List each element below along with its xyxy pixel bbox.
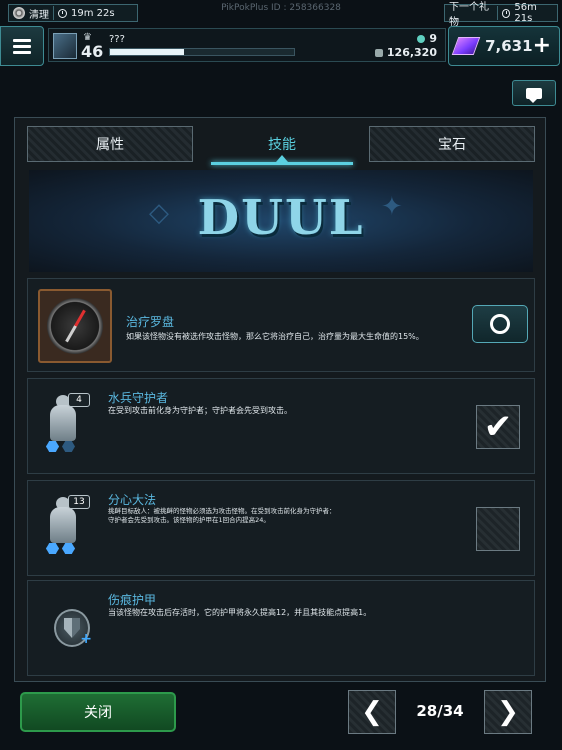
close-button[interactable]: 关闭 — [20, 692, 176, 732]
skill-name: 伤痕护甲 — [108, 593, 157, 607]
gem-icon — [417, 35, 426, 43]
next-gift-label: 下一个礼物 — [449, 2, 489, 28]
gem-count: 9 — [429, 32, 437, 45]
clock-icon — [502, 8, 511, 18]
premium-currency-value: 7,631 — [485, 37, 533, 55]
swap-skill-button[interactable] — [472, 305, 528, 343]
guardian-unit-icon: 4 — [36, 393, 92, 453]
active-tab-caret-icon — [276, 155, 288, 162]
active-tab-underline — [211, 162, 353, 165]
chat-bubble-icon — [526, 87, 542, 103]
skill-name: 分心大法 — [108, 493, 157, 507]
skill-name: 治疗罗盘 — [126, 315, 175, 329]
skill-checkbox[interactable] — [476, 507, 520, 551]
player-status-bar[interactable]: ♛ 46 ??? 9 126,320 — [48, 28, 446, 62]
clock-icon — [58, 8, 67, 18]
next-gift-timer[interactable]: 下一个礼物 56m 21s — [444, 2, 558, 28]
avatar[interactable] — [53, 33, 77, 59]
player-level: 46 — [81, 42, 104, 61]
shield-plus-icon: + — [54, 609, 92, 647]
plus-icon: + — [532, 33, 551, 58]
hex-pip-icon — [46, 543, 59, 554]
unit-level-badge: 4 — [68, 393, 90, 407]
chat-button[interactable] — [512, 80, 556, 106]
next-button[interactable]: ❯ — [484, 690, 532, 734]
biohazard-icon — [13, 7, 25, 19]
menu-icon-bar — [13, 50, 31, 54]
next-gift-time: 56m 21s — [514, 2, 537, 24]
cleanup-label: 清理 — [29, 9, 49, 21]
unit-level-badge: 13 — [68, 495, 90, 509]
hex-pip-icon — [62, 543, 75, 554]
menu-icon-bar — [13, 44, 31, 48]
skill-row: 4 水兵守护者 在受到攻击前化身为守护者；守护者会先受到攻击。 ✔ — [27, 378, 535, 474]
premium-currency-button[interactable]: 7,631 + — [448, 26, 560, 66]
gem-counter: 9 — [417, 32, 437, 45]
skill-row: 13 分心大法 挑衅目标敌人：被挑衅的怪物必须选为攻击怪物。在受到攻击前化身为守… — [27, 480, 535, 576]
xp-progress-bar — [109, 48, 295, 56]
checkmark-icon: ✔ — [483, 407, 513, 447]
menu-icon-bar — [13, 38, 31, 42]
skill-description: 挑衅目标敌人：被挑衅的怪物必须选为攻击怪物。在受到攻击前化身为守护者： 守护者会… — [108, 507, 468, 525]
main-menu-button[interactable] — [0, 26, 44, 66]
skill-description: 在受到攻击前化身为守护者；守护者会先受到攻击。 — [108, 406, 292, 415]
page-counter: 28/34 — [416, 702, 464, 720]
monster-detail-panel: 属性 技能 宝石 ◇ ✦ DUUL 治疗罗盘 如果该怪物没有被选作攻击怪物，那么… — [14, 117, 546, 682]
skill-description: 当该怪物在攻击后存活时，它的护甲将永久提高12，并且其技能点提高1。 — [108, 608, 372, 617]
hex-pip-icon — [62, 441, 75, 452]
sniper-unit-icon: 13 — [36, 495, 92, 555]
chevron-left-icon: ❮ — [361, 697, 383, 727]
hex-pip-icon — [46, 441, 59, 452]
xp-progress-fill — [110, 49, 184, 55]
coin-count: 126,320 — [386, 46, 437, 59]
coin-stack-icon — [374, 49, 383, 57]
crystal-icon — [451, 37, 481, 55]
cleanup-timer[interactable]: 清理 19m 22s — [8, 4, 138, 22]
tab-attributes[interactable]: 属性 — [27, 126, 193, 162]
skill-name: 水兵守护者 — [108, 391, 169, 405]
skill-description-line: 挑衅目标敌人：被挑衅的怪物必须选为攻击怪物。在受到攻击前化身为守护者： — [108, 507, 336, 515]
chevron-right-icon: ❯ — [497, 697, 519, 727]
tab-gems[interactable]: 宝石 — [369, 126, 535, 162]
compass-icon — [38, 289, 112, 363]
player-name: ??? — [109, 34, 125, 45]
skill-row: 治疗罗盘 如果该怪物没有被选作攻击怪物，那么它将治疗自己，治疗量为最大生命值的1… — [27, 278, 535, 372]
cleanup-time: 19m 22s — [71, 7, 115, 19]
skill-row: + 伤痕护甲 当该怪物在攻击后存活时，它的护甲将永久提高12，并且其技能点提高1… — [27, 580, 535, 676]
skill-description: 如果该怪物没有被选作攻击怪物，那么它将治疗自己，治疗量为最大生命值的15%。 — [126, 332, 424, 341]
monster-name-logo: DUUL — [197, 190, 365, 246]
coin-counter: 126,320 — [374, 46, 437, 59]
monster-banner: ◇ ✦ DUUL — [29, 170, 533, 272]
skill-checkbox[interactable]: ✔ — [476, 405, 520, 449]
skill-description-line: 守护者会先受到攻击。该怪物的护甲在1回合内提高24。 — [108, 516, 270, 525]
previous-button[interactable]: ❮ — [348, 690, 396, 734]
cycle-icon — [490, 314, 510, 334]
